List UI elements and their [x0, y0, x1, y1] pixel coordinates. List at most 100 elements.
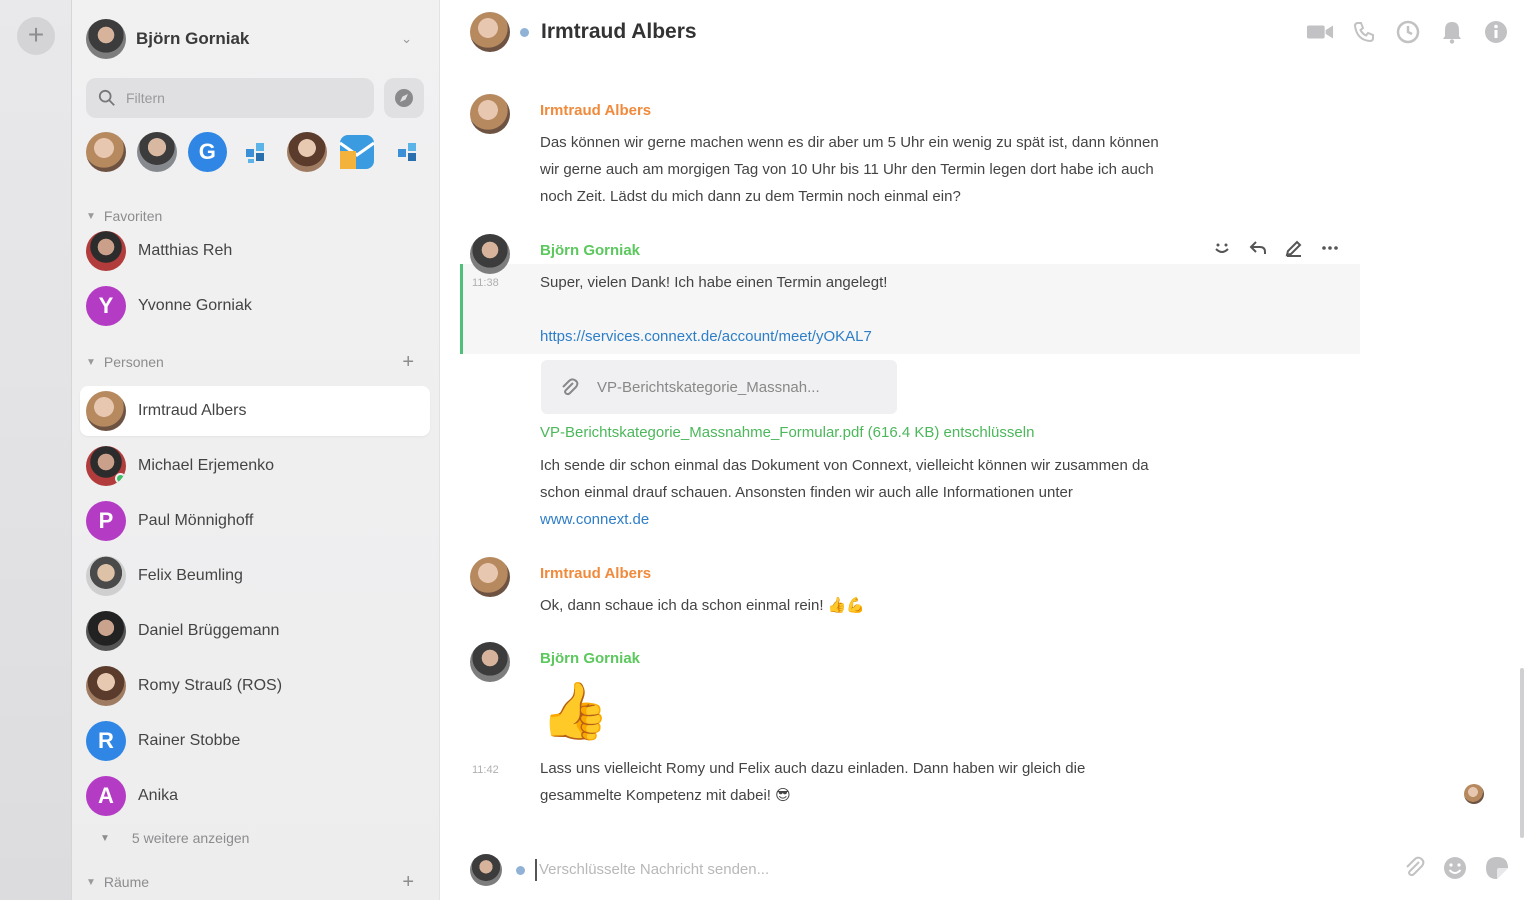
avatar — [86, 391, 126, 431]
avatar: R — [86, 721, 126, 761]
section-favorites[interactable]: ▼ Favoriten — [86, 204, 426, 228]
info-icon[interactable] — [1482, 18, 1510, 46]
encryption-indicator — [516, 865, 525, 875]
sidebar-item-michael-erjemenko[interactable]: Michael Erjemenko — [80, 441, 430, 491]
message-author[interactable]: Irmtraud Albers — [540, 565, 651, 582]
chevron-down-icon: ▼ — [86, 876, 96, 888]
message-timestamp: 11:42 — [472, 764, 499, 776]
attachment-card[interactable]: VP-Berichtskategorie_Massnah... — [541, 360, 897, 414]
quick-contact-avatar[interactable] — [137, 132, 177, 172]
message: Irmtraud Albers Das können wir gerne mac… — [470, 94, 1370, 214]
meeting-link[interactable]: https://services.connext.de/account/meet… — [540, 323, 1340, 350]
message-composer: Verschlüsselte Nachricht senden... — [470, 850, 1510, 890]
section-rooms[interactable]: ▼ Räume + — [86, 870, 426, 894]
message-line: noch Zeit. Lädst du mich dann zu dem Ter… — [540, 188, 961, 205]
account-avatar — [86, 19, 126, 59]
avatar: Y — [86, 286, 126, 326]
quick-contact-avatar[interactable]: G — [188, 132, 227, 172]
app-tiles-icon[interactable] — [388, 132, 427, 172]
message: Björn Gorniak 11:38 Super, vielen Dank! … — [470, 234, 1370, 534]
message-line: wir gerne auch am morgigen Tag von 10 Uh… — [540, 161, 1154, 178]
chevron-down-icon: ▼ — [86, 210, 96, 222]
chevron-down-icon: ⌄ — [401, 31, 412, 46]
message-line: Ich sende dir schon einmal das Dokument … — [540, 457, 1149, 474]
avatar: A — [86, 776, 126, 816]
message-input[interactable]: Verschlüsselte Nachricht senden... — [535, 859, 1402, 881]
avatar — [86, 666, 126, 706]
scrollbar[interactable] — [1520, 668, 1524, 838]
avatar: P — [86, 501, 126, 541]
workspace-rail: + — [0, 0, 72, 900]
contact-avatar[interactable] — [470, 12, 510, 52]
search-icon — [98, 89, 115, 106]
sidebar-item-anika[interactable]: A Anika — [80, 771, 430, 821]
sidebar-item-paul-moennighoff[interactable]: P Paul Mönnighoff — [80, 496, 430, 546]
sidebar-item-daniel-brueggemann[interactable]: Daniel Brüggemann — [80, 606, 430, 656]
sidebar-item-yvonne-gorniak[interactable]: Y Yvonne Gorniak — [80, 281, 430, 331]
mail-app-icon[interactable] — [338, 132, 377, 172]
avatar — [86, 611, 126, 651]
read-receipt-avatar — [1464, 784, 1484, 804]
account-switcher[interactable]: Björn Gorniak ⌄ — [86, 18, 424, 60]
presence-indicator — [520, 27, 529, 37]
message-line: Lass uns vielleicht Romy und Felix auch … — [540, 760, 1086, 777]
explore-button[interactable] — [384, 78, 424, 118]
paperclip-icon — [562, 378, 579, 396]
online-indicator — [115, 473, 126, 484]
bell-icon[interactable] — [1438, 18, 1466, 46]
sidebar-item-matthias-reh[interactable]: Matthias Reh — [80, 226, 430, 276]
thumbs-up-emoji: 👍 — [540, 679, 610, 742]
phone-icon[interactable] — [1350, 18, 1378, 46]
quick-contacts: G — [86, 132, 426, 176]
message-author[interactable]: Björn Gorniak — [540, 242, 640, 259]
emoji-icon[interactable] — [1442, 855, 1468, 885]
message-author[interactable]: Björn Gorniak — [540, 650, 640, 667]
show-more-link[interactable]: ▼ 5 weitere anzeigen — [100, 830, 249, 846]
sidebar-item-irmtraud-albers[interactable]: Irmtraud Albers — [80, 386, 430, 436]
avatar — [86, 446, 126, 486]
attachment-name: VP-Berichtskategorie_Massnah... — [597, 378, 820, 396]
filter-placeholder: Filtern — [126, 90, 165, 106]
sidebar: Björn Gorniak ⌄ Filtern G ▼ Favoriten Ma… — [72, 0, 440, 900]
message-line: Das können wir gerne machen wenn es dir … — [540, 134, 1159, 151]
clock-icon[interactable] — [1394, 18, 1422, 46]
avatar — [86, 231, 126, 271]
message-line: Super, vielen Dank! Ich habe einen Termi… — [540, 274, 888, 291]
sticker-icon[interactable] — [1484, 855, 1510, 885]
message-timestamp: 11:38 — [472, 277, 499, 289]
add-person-button[interactable]: + — [402, 351, 414, 374]
attach-icon[interactable] — [1402, 855, 1426, 885]
chat-title: Irmtraud Albers — [541, 20, 697, 43]
chevron-down-icon: ▼ — [86, 356, 96, 368]
message: Björn Gorniak 👍 11:42 Lass uns vielleich… — [470, 642, 1370, 812]
composer-avatar — [470, 854, 502, 886]
compass-icon — [395, 89, 413, 107]
account-name: Björn Gorniak — [136, 29, 250, 48]
section-persons[interactable]: ▼ Personen + — [86, 350, 426, 374]
message-line: gesammelte Kompetenz mit dabei! 😎 — [540, 787, 791, 804]
filter-input[interactable]: Filtern — [86, 78, 374, 118]
quick-contact-avatar[interactable] — [86, 132, 126, 172]
sidebar-item-rainer-stobbe[interactable]: R Rainer Stobbe — [80, 716, 430, 766]
chat-panel: Irmtraud Albers Irmtraud Albers Das könn… — [440, 0, 1526, 900]
message-author[interactable]: Irmtraud Albers — [540, 102, 651, 119]
author-avatar[interactable] — [470, 557, 510, 597]
message: Irmtraud Albers Ok, dann schaue ich da s… — [470, 557, 1370, 627]
website-link[interactable]: www.connext.de — [540, 506, 1340, 533]
author-avatar[interactable] — [470, 642, 510, 682]
author-avatar[interactable] — [470, 94, 510, 134]
chevron-down-icon: ▼ — [100, 832, 110, 844]
message-line: Ok, dann schaue ich da schon einmal rein… — [540, 597, 866, 614]
app-tiles-icon[interactable] — [238, 132, 277, 172]
sidebar-item-romy-strauss[interactable]: Romy Strauß (ROS) — [80, 661, 430, 711]
author-avatar[interactable] — [470, 234, 510, 274]
avatar — [86, 556, 126, 596]
sidebar-item-felix-beumling[interactable]: Felix Beumling — [80, 551, 430, 601]
message-line: schon einmal drauf schauen. Ansonsten fi… — [540, 484, 1073, 501]
decrypt-attachment-link[interactable]: VP-Berichtskategorie_Massnahme_Formular.… — [540, 419, 1340, 446]
add-workspace-button[interactable]: + — [17, 17, 55, 55]
quick-contact-avatar[interactable] — [287, 132, 327, 172]
add-room-button[interactable]: + — [402, 871, 414, 894]
chat-header: Irmtraud Albers — [470, 12, 1510, 52]
video-call-icon[interactable] — [1306, 18, 1334, 46]
